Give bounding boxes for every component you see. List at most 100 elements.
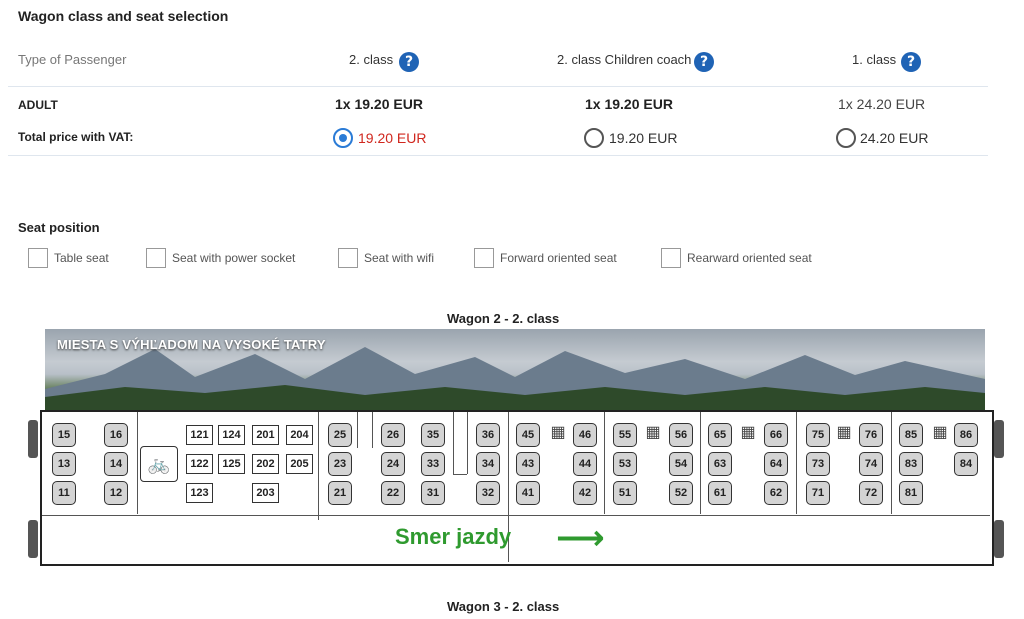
- seat-46[interactable]: 46: [573, 423, 597, 447]
- seat-121[interactable]: 121: [186, 425, 213, 445]
- seat-16[interactable]: 16: [104, 423, 128, 447]
- seat-66[interactable]: 66: [764, 423, 788, 447]
- seat-203[interactable]: 203: [252, 483, 279, 503]
- seat-45[interactable]: 45: [516, 423, 540, 447]
- right-buffer-top: [994, 420, 1004, 458]
- seat-41[interactable]: 41: [516, 481, 540, 505]
- seat-75[interactable]: 75: [806, 423, 830, 447]
- table-icon: ▦: [836, 424, 852, 441]
- toilet-wall: [453, 412, 454, 474]
- seat-84[interactable]: 84: [954, 452, 978, 476]
- seat-25[interactable]: 25: [328, 423, 352, 447]
- seat-124[interactable]: 124: [218, 425, 245, 445]
- seat-83[interactable]: 83: [899, 452, 923, 476]
- forward-seat-checkbox[interactable]: [474, 248, 494, 268]
- help-icon-1st[interactable]: ?: [901, 52, 921, 72]
- table-seat-label: Table seat: [54, 251, 109, 265]
- seat-12[interactable]: 12: [104, 481, 128, 505]
- seat-32[interactable]: 32: [476, 481, 500, 505]
- seat-33[interactable]: 33: [421, 452, 445, 476]
- seat-85[interactable]: 85: [899, 423, 923, 447]
- seat-81[interactable]: 81: [899, 481, 923, 505]
- seat-21[interactable]: 21: [328, 481, 352, 505]
- seat-205[interactable]: 205: [286, 454, 313, 474]
- left-buffer-bottom: [28, 520, 38, 558]
- seat-73[interactable]: 73: [806, 452, 830, 476]
- seat-74[interactable]: 74: [859, 452, 883, 476]
- seat-204[interactable]: 204: [286, 425, 313, 445]
- right-buffer-bottom: [994, 520, 1004, 558]
- seat-61[interactable]: 61: [708, 481, 732, 505]
- seat-13[interactable]: 13: [52, 452, 76, 476]
- seat-44[interactable]: 44: [573, 452, 597, 476]
- forward-seat-label: Forward oriented seat: [500, 251, 617, 265]
- seat-72[interactable]: 72: [859, 481, 883, 505]
- seat-42[interactable]: 42: [573, 481, 597, 505]
- seat-23[interactable]: 23: [328, 452, 352, 476]
- seat-123[interactable]: 123: [186, 483, 213, 503]
- seat-55[interactable]: 55: [613, 423, 637, 447]
- seat-201[interactable]: 201: [252, 425, 279, 445]
- toilet-wall: [357, 412, 358, 448]
- seat-15[interactable]: 15: [52, 423, 76, 447]
- direction-label: Smer jazdy: [395, 524, 512, 549]
- seat-43[interactable]: 43: [516, 452, 540, 476]
- seat-86[interactable]: 86: [954, 423, 978, 447]
- seat-202[interactable]: 202: [252, 454, 279, 474]
- radio-children-coach[interactable]: [584, 128, 604, 148]
- seat-36[interactable]: 36: [476, 423, 500, 447]
- seat-62[interactable]: 62: [764, 481, 788, 505]
- tatra-mountains-banner: MIESTA S VÝHĽADOM NA VYSOKÉ TATRY: [45, 329, 985, 411]
- seat-24[interactable]: 24: [381, 452, 405, 476]
- seat-14[interactable]: 14: [104, 452, 128, 476]
- partition: [700, 412, 701, 514]
- partition: [604, 412, 605, 514]
- table-seat-checkbox[interactable]: [28, 248, 48, 268]
- seat-56[interactable]: 56: [669, 423, 693, 447]
- adult-price-2nd: 1x 19.20 EUR: [335, 96, 423, 112]
- seat-63[interactable]: 63: [708, 452, 732, 476]
- direction-arrow-icon: ⟶: [556, 518, 605, 558]
- seat-52[interactable]: 52: [669, 481, 693, 505]
- adult-price-children: 1x 19.20 EUR: [585, 96, 673, 112]
- total-price-1st: 24.20 EUR: [860, 130, 929, 146]
- rearward-seat-checkbox[interactable]: [661, 248, 681, 268]
- total-price-2nd: 19.20 EUR: [358, 130, 427, 146]
- left-buffer-top: [28, 420, 38, 458]
- seat-35[interactable]: 35: [421, 423, 445, 447]
- help-icon-children[interactable]: ?: [694, 52, 714, 72]
- power-socket-checkbox[interactable]: [146, 248, 166, 268]
- seat-65[interactable]: 65: [708, 423, 732, 447]
- radio-1st-class[interactable]: [836, 128, 856, 148]
- seat-71[interactable]: 71: [806, 481, 830, 505]
- rearward-seat-label: Rearward oriented seat: [687, 251, 812, 265]
- class-header-2nd: 2. class: [349, 52, 394, 67]
- table-icon: ▦: [740, 424, 756, 441]
- toilet-wall: [467, 412, 468, 474]
- partition: [796, 412, 797, 514]
- seat-26[interactable]: 26: [381, 423, 405, 447]
- seat-position-title: Seat position: [18, 220, 100, 235]
- wifi-checkbox[interactable]: [338, 248, 358, 268]
- partition: [318, 412, 319, 520]
- divider: [8, 86, 988, 87]
- seat-34[interactable]: 34: [476, 452, 500, 476]
- seat-64[interactable]: 64: [764, 452, 788, 476]
- toilet-wall: [372, 412, 373, 448]
- toilet-wall: [453, 474, 467, 475]
- seat-53[interactable]: 53: [613, 452, 637, 476]
- seat-122[interactable]: 122: [186, 454, 213, 474]
- seat-22[interactable]: 22: [381, 481, 405, 505]
- seat-54[interactable]: 54: [669, 452, 693, 476]
- table-icon: ▦: [645, 424, 661, 441]
- seat-125[interactable]: 125: [218, 454, 245, 474]
- seat-76[interactable]: 76: [859, 423, 883, 447]
- help-icon-2nd[interactable]: ?: [399, 52, 419, 72]
- seat-31[interactable]: 31: [421, 481, 445, 505]
- banner-text: MIESTA S VÝHĽADOM NA VYSOKÉ TATRY: [57, 337, 326, 352]
- wagon-3-title: Wagon 3 - 2. class: [447, 599, 560, 614]
- seat-11[interactable]: 11: [52, 481, 76, 505]
- seat-51[interactable]: 51: [613, 481, 637, 505]
- class-header-1st: 1. class: [852, 52, 897, 67]
- radio-2nd-class[interactable]: [333, 128, 353, 148]
